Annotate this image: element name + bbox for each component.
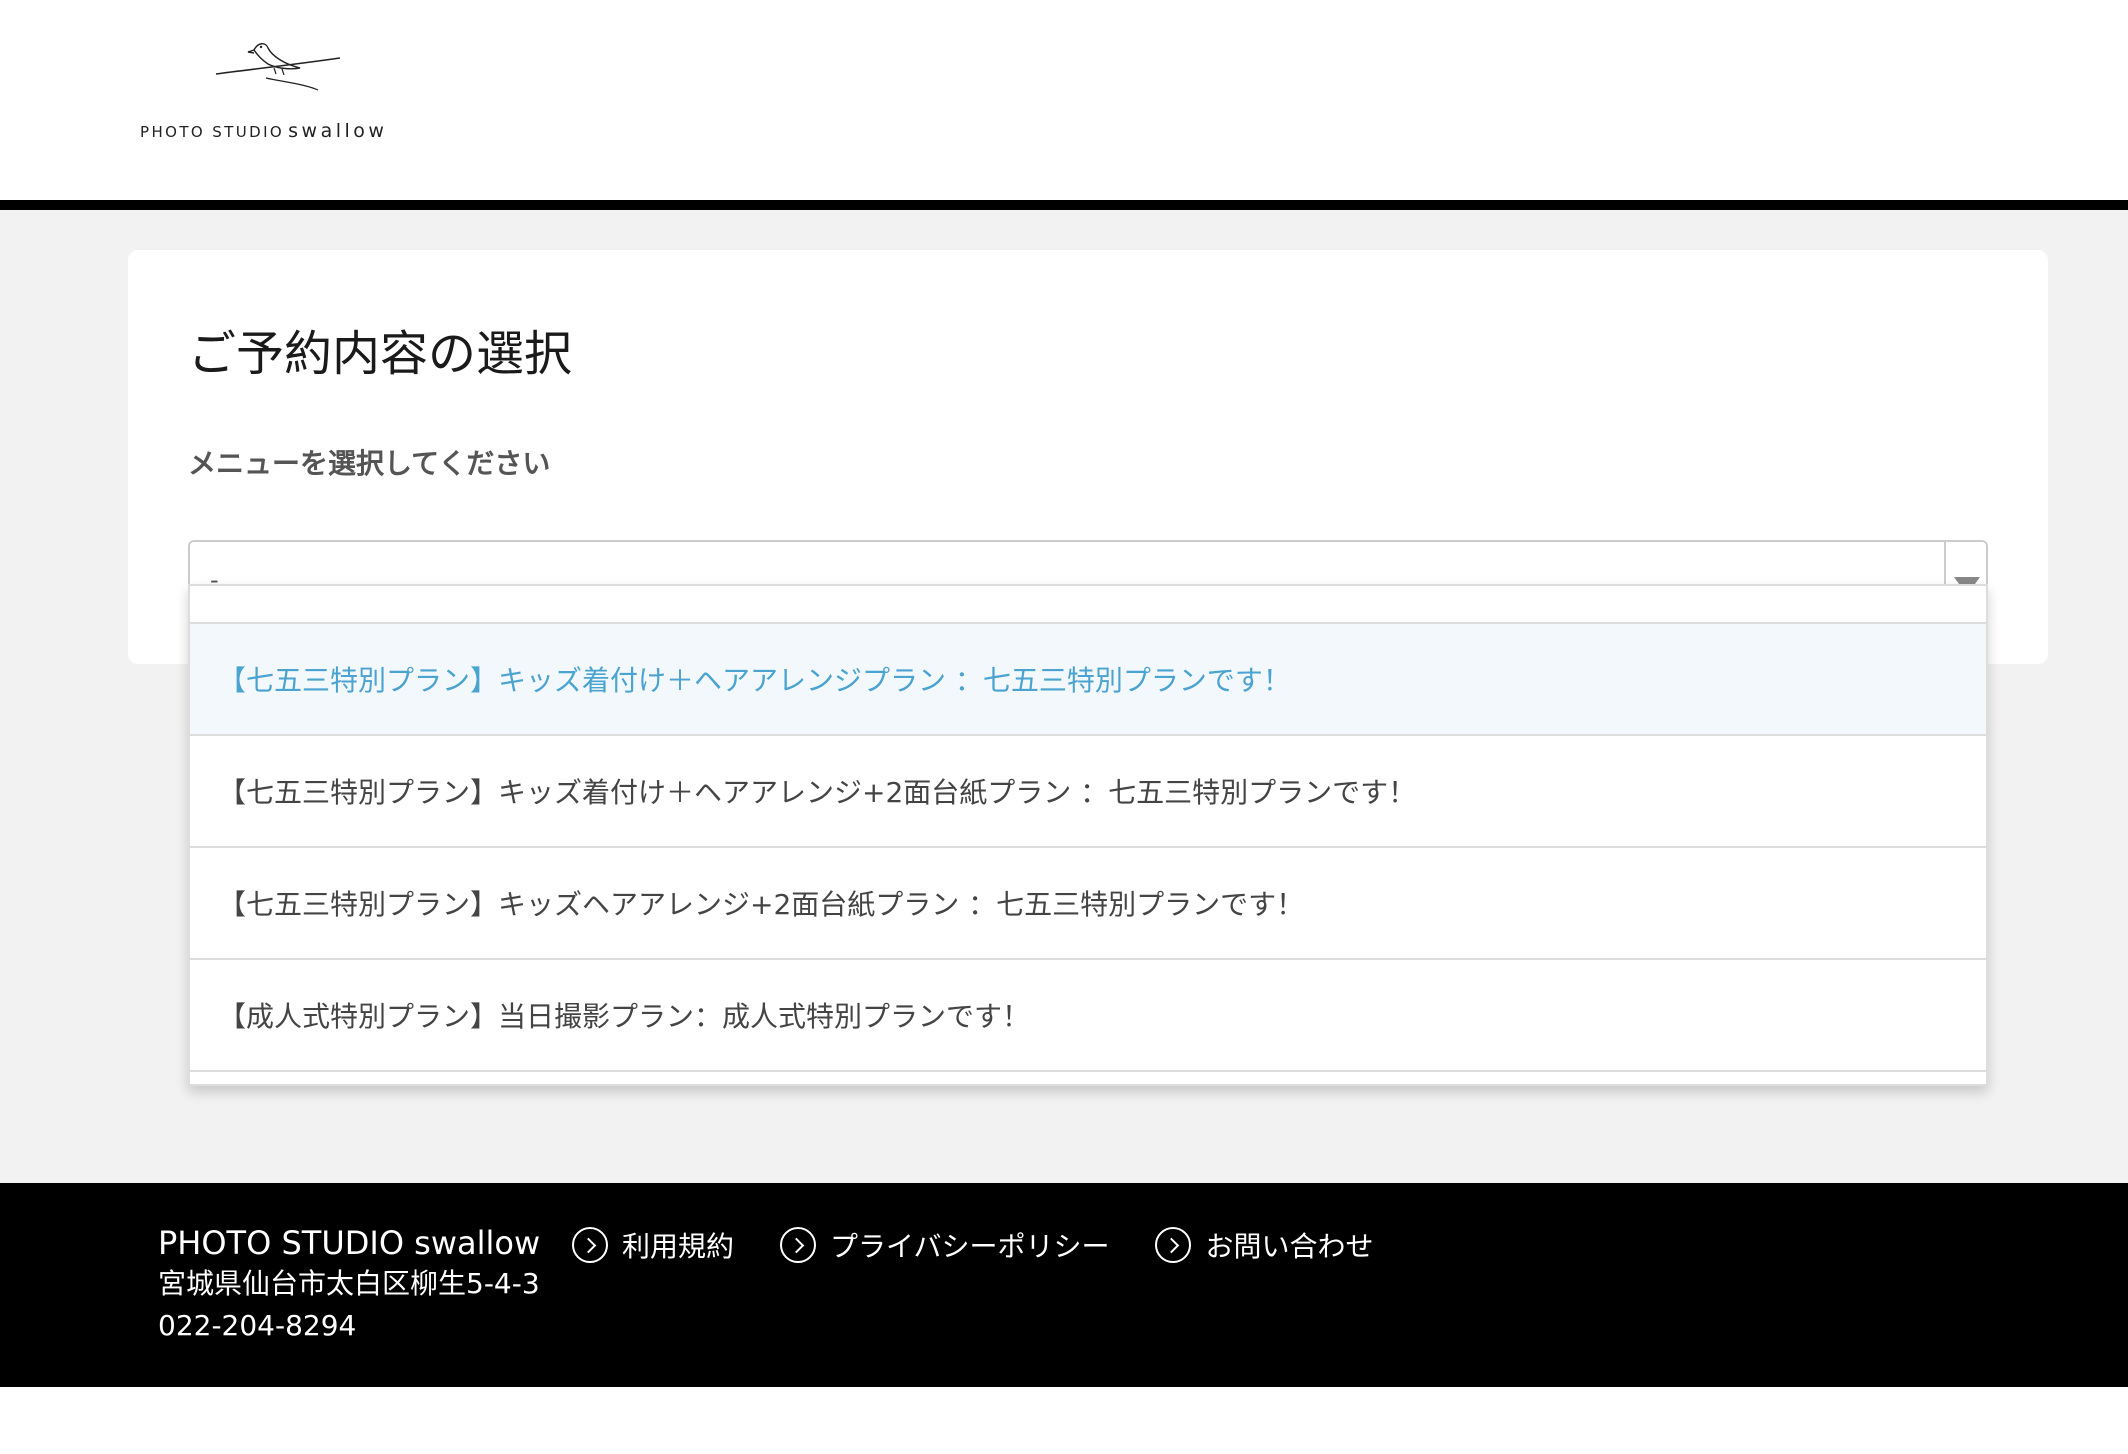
menu-option-kids-hair-2men[interactable]: 【七五三特別プラン】キッズヘアアレンジ+2面台紙プラン ：七五三特別プランです！ [190,848,1986,960]
footer-address: 宮城県仙台市太白区柳生5-4-3 [158,1267,540,1300]
logo-text-small: PHOTO STUDIO [140,123,285,141]
logo-text-big: swallow [288,120,388,142]
site-footer: PHOTO STUDIO swallow 宮城県仙台市太白区柳生5-4-3 02… [0,1183,2128,1387]
footer-studio-info: PHOTO STUDIO swallow 宮城県仙台市太白区柳生5-4-3 02… [158,1223,540,1347]
chevron-circle-right-icon [1155,1227,1192,1263]
logo-wordmark: PHOTO STUDIO swallow [140,120,387,142]
swallow-bird-icon [215,43,341,91]
footer-link-contact-label: お問い合わせ [1205,1230,1374,1263]
chevron-circle-right-icon [780,1227,817,1263]
footer-nav: 利用規約 プライバシーポリシー お問い合わせ [572,1225,1419,1265]
chevron-circle-right-icon [572,1227,608,1263]
header-divider [0,200,2128,210]
menu-option-kids-kitsuke-hair-2men[interactable]: 【七五三特別プラン】キッズ着付け＋ヘアアレンジ+2面台紙プラン ：七五三特別プラ… [190,736,1986,848]
footer-link-privacy[interactable]: プライバシーポリシー [780,1225,1109,1265]
menu-select-label: メニューを選択してください [188,447,551,480]
dropdown-empty-option[interactable] [190,586,1986,624]
page-title: ご予約内容の選択 [188,326,573,382]
site-header: PHOTO STUDIO swallow [0,0,2128,200]
footer-link-privacy-label: プライバシーポリシー [830,1230,1110,1263]
menu-option-kids-kitsuke-hair[interactable]: 【七五三特別プラン】キッズ着付け＋ヘアアレンジプラン ：七五三特別プランです！ [190,624,1986,736]
footer-link-contact[interactable]: お問い合わせ [1155,1225,1373,1265]
footer-link-terms[interactable]: 利用規約 [572,1225,734,1265]
footer-phone: 022-204-8294 [158,1309,357,1342]
studio-logo[interactable]: PHOTO STUDIO swallow [138,38,418,148]
menu-option-seijinshiki[interactable]: 【成人式特別プラン】当日撮影プラン：成人式特別プランです！ [190,960,1986,1072]
menu-dropdown-list: 【七五三特別プラン】キッズ着付け＋ヘアアレンジプラン ：七五三特別プランです！ … [188,584,1988,1086]
footer-link-terms-label: 利用規約 [622,1230,735,1263]
footer-studio-name: PHOTO STUDIO swallow [158,1224,541,1262]
